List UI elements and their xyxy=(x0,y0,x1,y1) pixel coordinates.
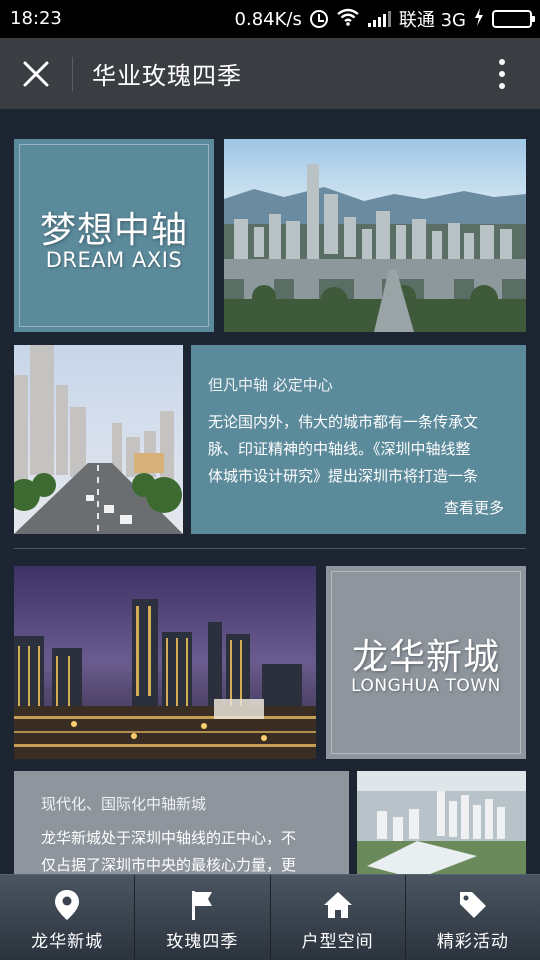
dream-axis-body: 无论国内外，伟大的城市都有一条传承文 脉、印证精神的中轴线。《深圳中轴线整 体城… xyxy=(208,409,478,490)
nav-item-longhua[interactable]: 龙华新城 xyxy=(0,875,136,960)
dream-axis-body-line: 脉、印证精神的中轴线。《深圳中轴线整 xyxy=(208,440,471,458)
tag-icon xyxy=(458,889,488,921)
nav-item-floor-plans[interactable]: 户型空间 xyxy=(271,875,406,960)
title-divider xyxy=(72,57,73,91)
status-right-group: 0.84K/s 联通 3G xyxy=(234,7,535,31)
signal-icon xyxy=(367,11,391,27)
flag-icon xyxy=(190,889,214,921)
close-button[interactable] xyxy=(16,54,56,94)
longhua-title-cn: 龙华新城 xyxy=(351,637,500,678)
longhua-body-line: 仅占据了深圳市中央的最核心力量，更 xyxy=(41,856,297,874)
alarm-icon xyxy=(309,10,328,28)
nav-label: 玫瑰四季 xyxy=(166,932,239,952)
dream-axis-title-en: DREAM AXIS xyxy=(45,248,183,272)
charging-icon xyxy=(474,7,484,31)
nav-item-rose-seasons[interactable]: 玫瑰四季 xyxy=(135,875,271,960)
avenue-photo[interactable] xyxy=(14,345,183,534)
longhua-body-line: 龙华新城处于深圳中轴线的正中心，不 xyxy=(41,829,297,847)
dream-axis-title-tile[interactable]: 梦想中轴 DREAM AXIS xyxy=(14,139,214,332)
content-area[interactable]: 梦想中轴 DREAM AXIS 但凡中轴 必定中心 无论国内外，伟大的城市都有一… xyxy=(0,109,540,874)
view-more-link[interactable]: 查看更多 xyxy=(444,497,504,518)
dream-axis-title-cn: 梦想中轴 xyxy=(39,210,188,251)
dream-axis-body-line: 体城市设计研究》提出深圳市将打造一条 xyxy=(208,467,479,485)
longhua-title-tile[interactable]: 龙华新城 LONGHUA TOWN xyxy=(326,566,526,759)
page-title: 华业玫瑰四季 xyxy=(92,62,242,90)
city-skyline-photo[interactable] xyxy=(224,139,526,332)
home-icon xyxy=(323,889,353,921)
app-screen: 18:23 0.84K/s 联通 3G 华业玫瑰四季 梦想中轴 DREAM AX… xyxy=(0,0,540,960)
dream-axis-body-line: 无论国内外，伟大的城市都有一条传承文 xyxy=(208,413,479,431)
status-time: 18:23 xyxy=(10,8,62,29)
status-bar: 18:23 0.84K/s 联通 3G xyxy=(0,0,540,38)
title-bar: 华业玫瑰四季 xyxy=(0,38,540,109)
section-divider xyxy=(14,548,526,549)
battery-icon xyxy=(492,10,535,28)
more-dot-icon xyxy=(499,83,505,89)
nav-item-events[interactable]: 精彩活动 xyxy=(406,875,540,960)
nav-label: 精彩活动 xyxy=(436,932,509,952)
longhua-title-en: LONGHUA TOWN xyxy=(351,676,501,696)
dream-axis-description-tile[interactable]: 但凡中轴 必定中心 无论国内外，伟大的城市都有一条传承文 脉、印证精神的中轴线。… xyxy=(191,345,526,534)
aerial-city-photo[interactable] xyxy=(357,771,526,874)
nav-label: 户型空间 xyxy=(301,932,374,952)
longhua-body: 龙华新城处于深圳中轴线的正中心，不 仅占据了深圳市中央的最核心力量，更 xyxy=(41,825,296,874)
longhua-description-tile[interactable]: 现代化、国际化中轴新城 龙华新城处于深圳中轴线的正中心，不 仅占据了深圳市中央的… xyxy=(14,771,349,874)
location-pin-icon xyxy=(55,889,80,921)
more-dot-icon xyxy=(499,59,505,65)
longhua-heading: 现代化、国际化中轴新城 xyxy=(41,795,207,813)
bottom-navigation: 龙华新城 玫瑰四季 户型空间 精彩活动 xyxy=(0,874,540,960)
carrier-label: 联通 3G xyxy=(398,10,466,31)
wifi-icon xyxy=(336,8,360,31)
dream-axis-heading: 但凡中轴 必定中心 xyxy=(208,376,333,394)
nav-label: 龙华新城 xyxy=(31,932,104,952)
night-city-photo[interactable] xyxy=(14,566,316,759)
more-options-button[interactable] xyxy=(492,56,512,92)
close-icon xyxy=(23,61,49,87)
more-dot-icon xyxy=(499,71,505,77)
network-speed: 0.84K/s xyxy=(234,8,302,30)
